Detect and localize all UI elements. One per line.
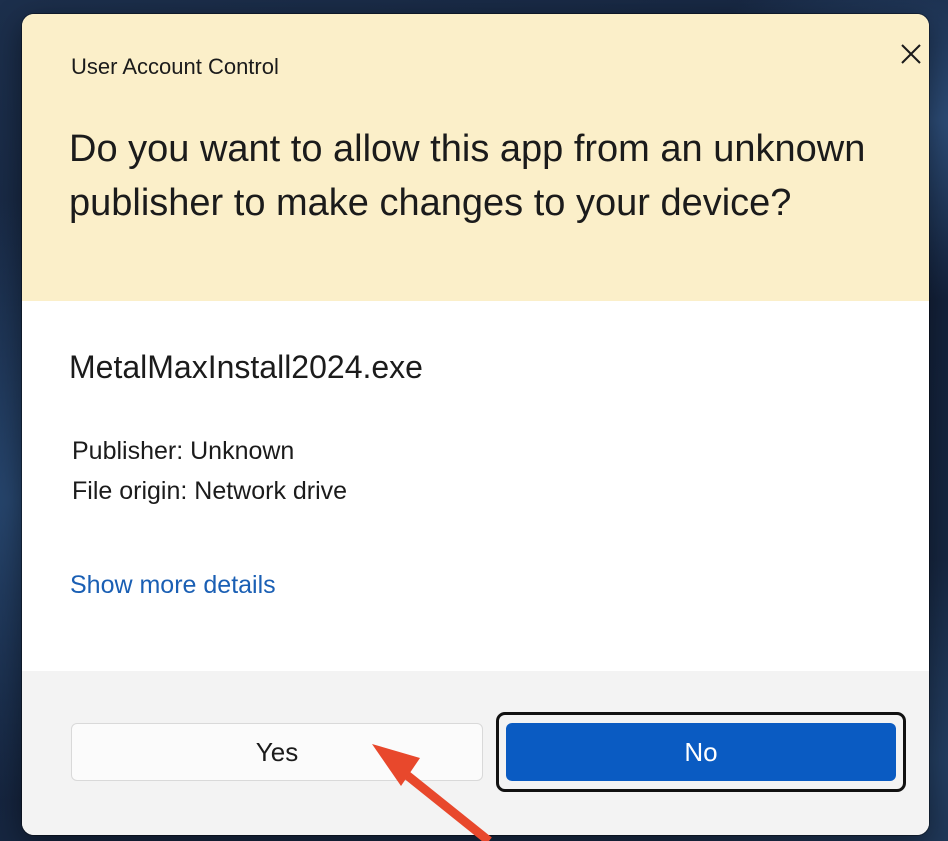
dialog-body: MetalMaxInstall2024.exe Publisher: Unkno…: [22, 301, 929, 671]
close-icon: [901, 44, 921, 64]
uac-dialog: User Account Control Do you want to allo…: [22, 14, 929, 835]
dialog-header: User Account Control Do you want to allo…: [22, 14, 929, 301]
yes-button[interactable]: Yes: [71, 723, 483, 781]
dialog-footer: Yes No: [22, 671, 929, 835]
window-title: User Account Control: [71, 54, 279, 79]
show-more-details-link[interactable]: Show more details: [70, 571, 276, 600]
file-origin-info: File origin: Network drive: [72, 477, 348, 505]
app-name: MetalMaxInstall2024.exe: [69, 349, 423, 385]
no-button[interactable]: No: [506, 723, 896, 781]
close-button[interactable]: [891, 34, 929, 74]
prompt-question: Do you want to allow this app from an un…: [69, 128, 866, 224]
publisher-info: Publisher: Unknown: [72, 437, 295, 465]
